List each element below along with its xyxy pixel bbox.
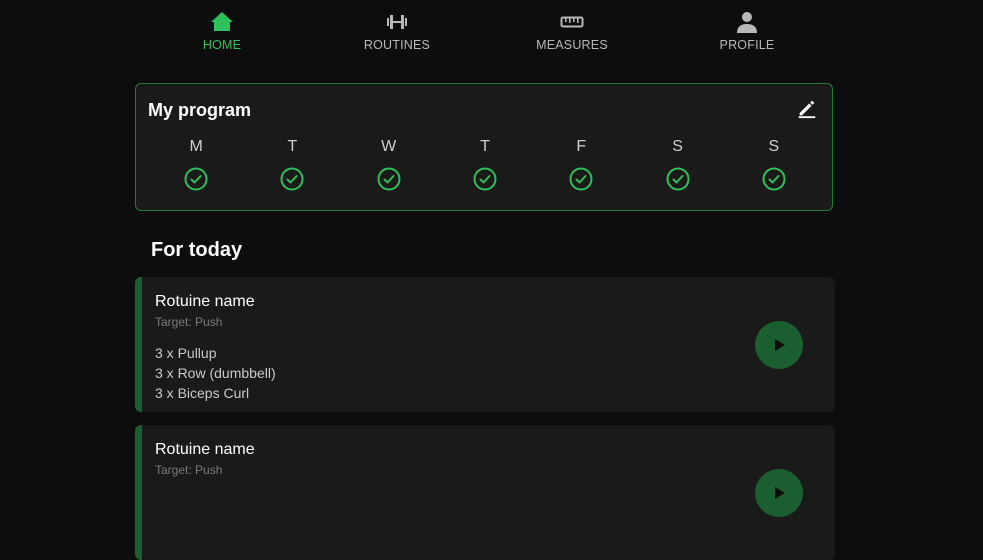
day-tuesday: T: [244, 138, 340, 191]
top-nav: HOME ROUTINES MEASURES PROFILE: [0, 0, 983, 60]
check-circle-icon[interactable]: [473, 167, 497, 191]
nav-item-measures[interactable]: MEASURES: [517, 10, 627, 52]
routine-card[interactable]: Rotuine name Target: Push 3 x Pullup 3 x…: [135, 277, 835, 412]
check-circle-icon[interactable]: [569, 167, 593, 191]
routine-target: Target: Push: [155, 463, 223, 477]
section-title-today: For today: [151, 239, 243, 261]
start-routine-button[interactable]: [755, 321, 803, 369]
routine-name: Rotuine name: [155, 293, 255, 310]
exercise-list: 3 x Pullup 3 x Row (dumbbell) 3 x Biceps…: [155, 343, 276, 403]
exercise-item: 3 x Pullup: [155, 345, 217, 361]
check-circle-icon[interactable]: [280, 167, 304, 191]
person-icon: [737, 12, 757, 33]
day-thursday: T: [437, 138, 533, 191]
day-sunday: S: [726, 138, 822, 191]
day-letter: T: [480, 138, 490, 155]
nav-item-routines[interactable]: ROUTINES: [342, 10, 452, 52]
routine-name: Rotuine name: [155, 441, 255, 458]
check-circle-icon[interactable]: [377, 167, 401, 191]
routine-target: Target: Push: [155, 315, 223, 329]
exercise-item: 3 x Biceps Curl: [155, 385, 250, 401]
day-letter: S: [768, 138, 780, 155]
dumbbell-icon: [387, 15, 407, 29]
program-title: My program: [148, 100, 252, 120]
day-letter: W: [381, 138, 397, 155]
nav-label-profile: PROFILE: [719, 38, 775, 52]
day-letter: T: [287, 138, 298, 155]
nav-label-measures: MEASURES: [536, 38, 608, 52]
day-letter: M: [189, 138, 203, 155]
play-icon: [775, 487, 785, 499]
nav-label-home: HOME: [202, 38, 242, 52]
start-routine-button[interactable]: [755, 469, 803, 517]
edit-icon[interactable]: [796, 97, 818, 119]
day-letter: S: [672, 138, 683, 155]
nav-item-home[interactable]: HOME: [167, 10, 277, 52]
weekday-row: M T W T F S S: [148, 138, 822, 191]
play-icon: [775, 339, 785, 351]
day-monday: M: [148, 138, 244, 191]
day-friday: F: [533, 138, 629, 191]
ruler-icon: [560, 16, 584, 28]
check-circle-icon[interactable]: [184, 167, 208, 191]
routine-card[interactable]: Rotuine name Target: Push: [135, 425, 835, 560]
day-saturday: S: [629, 138, 725, 191]
check-circle-icon[interactable]: [666, 167, 690, 191]
home-icon: [211, 12, 233, 31]
exercise-item: 3 x Row (dumbbell): [155, 365, 276, 381]
day-letter: F: [576, 138, 587, 155]
nav-item-profile[interactable]: PROFILE: [692, 10, 802, 52]
program-card: My program M T W T F S S: [135, 83, 833, 211]
day-wednesday: W: [341, 138, 437, 191]
nav-label-routines: ROUTINES: [363, 38, 431, 52]
check-circle-icon[interactable]: [762, 167, 786, 191]
